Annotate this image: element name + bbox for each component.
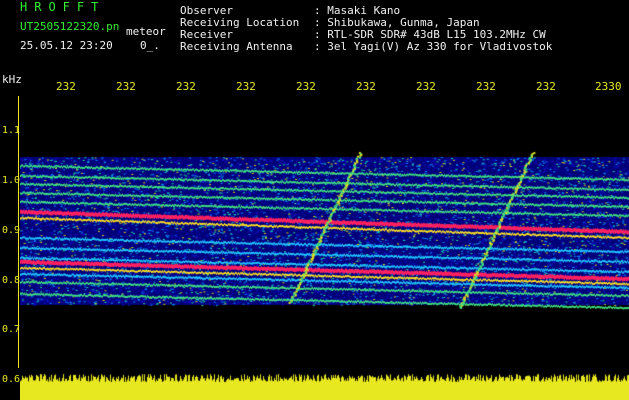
y-axis-line <box>18 96 19 368</box>
spectrogram-window: HROFFT UT2505122320.pn meteor 25.05.12 2… <box>0 0 629 400</box>
time-tick: 232 <box>536 80 556 93</box>
date-time: 25.05.12 23:20 <box>20 39 113 52</box>
time-tick: 2330 <box>595 80 622 93</box>
time-tick: 232 <box>356 80 376 93</box>
time-tick: 232 <box>56 80 76 93</box>
extra-field: 0_. <box>140 39 160 52</box>
meteor-label: meteor <box>126 25 166 38</box>
time-tick: 232 <box>476 80 496 93</box>
antenna-value: : 3el Yagi(V) Az 330 for Vladivostok <box>314 40 553 53</box>
time-tick: 232 <box>116 80 136 93</box>
file-name: UT2505122320.pn <box>20 20 120 33</box>
spectrogram-canvas <box>20 97 629 367</box>
app-title: HROFFT <box>20 0 106 14</box>
power-strip-canvas <box>20 368 629 400</box>
time-tick: 232 <box>236 80 256 93</box>
antenna-label: Receiving Antenna <box>180 40 293 53</box>
time-tick: 232 <box>176 80 196 93</box>
time-tick: 232 <box>416 80 436 93</box>
unit-label: kHz <box>2 73 22 86</box>
time-tick: 232 <box>296 80 316 93</box>
freq-tick: 0.6 <box>2 374 21 385</box>
